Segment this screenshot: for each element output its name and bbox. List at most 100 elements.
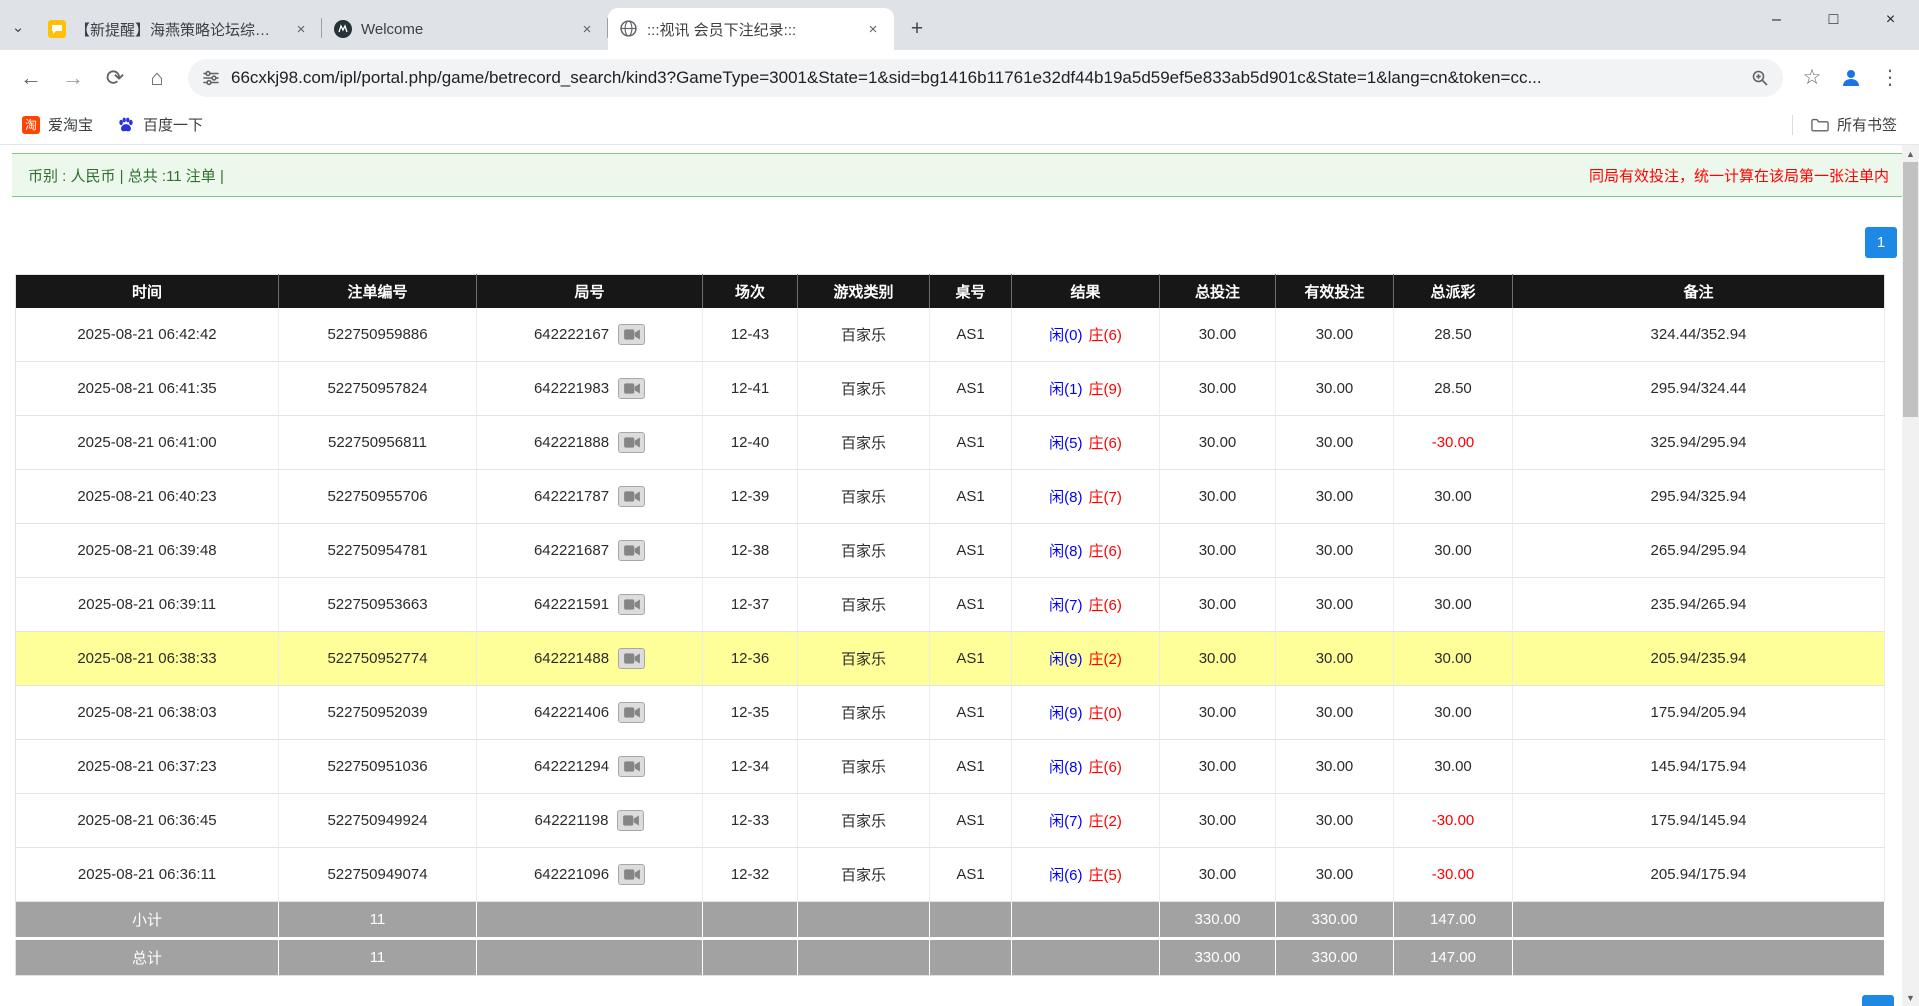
- total-total-bet: 330.00: [1160, 939, 1276, 976]
- scrollbar[interactable]: ▲ ▼: [1902, 145, 1919, 1006]
- tab-forum[interactable]: 【新提醒】海燕策略论坛综合交... ×: [36, 8, 322, 50]
- cell-session: 12-36: [703, 632, 798, 686]
- minimize-button[interactable]: –: [1748, 0, 1805, 40]
- site-settings-tune-icon[interactable]: [202, 69, 220, 87]
- cell-total-bet: 30.00: [1160, 416, 1276, 470]
- new-tab-button[interactable]: +: [902, 14, 932, 44]
- scroll-down-icon[interactable]: ▼: [1902, 989, 1919, 1006]
- zoom-icon[interactable]: [1751, 69, 1769, 87]
- cell-note: 145.94/175.94: [1513, 740, 1885, 794]
- cell-time: 2025-08-21 06:39:11: [16, 578, 279, 632]
- video-replay-icon[interactable]: [618, 486, 645, 507]
- video-replay-icon[interactable]: [618, 648, 645, 669]
- round-number: 642221687: [534, 542, 609, 559]
- page-content: 币别 : 人民币 | 总共 :11 注单 | 同局有效投注，统一计算在该局第一张…: [0, 145, 1919, 1006]
- video-replay-icon[interactable]: [618, 378, 645, 399]
- table-row[interactable]: 2025-08-21 06:39:48 522750954781 6422216…: [16, 524, 1885, 578]
- cell-payout: 30.00: [1394, 632, 1513, 686]
- tab-close-icon[interactable]: ×: [576, 18, 598, 40]
- table-row[interactable]: 2025-08-21 06:41:00 522750956811 6422218…: [16, 416, 1885, 470]
- video-replay-icon[interactable]: [618, 432, 645, 453]
- cell-game-type: 百家乐: [798, 578, 930, 632]
- back-icon[interactable]: ←: [12, 59, 50, 97]
- cell-total-bet: 30.00: [1160, 470, 1276, 524]
- cell-bet-id: 522750952774: [279, 632, 477, 686]
- cell-round: 642221198: [477, 794, 703, 848]
- cell-payout: 28.50: [1394, 362, 1513, 416]
- bookmark-taobao[interactable]: 淘 爱淘宝: [14, 110, 101, 139]
- table-row[interactable]: 2025-08-21 06:39:11 522750953663 6422215…: [16, 578, 1885, 632]
- cell-result: 闲(8)庄(6): [1012, 524, 1160, 578]
- close-button[interactable]: ×: [1862, 0, 1919, 40]
- cell-result: 闲(7)庄(6): [1012, 578, 1160, 632]
- cell-total-bet: 30.00: [1160, 362, 1276, 416]
- baidu-paw-icon: [117, 116, 135, 134]
- cell-bet-id: 522750956811: [279, 416, 477, 470]
- tab-bet-records[interactable]: :::视讯 会员下注纪录::: ×: [608, 8, 894, 50]
- tab-welcome[interactable]: Welcome ×: [322, 8, 608, 50]
- col-valid-bet: 有效投注: [1276, 275, 1394, 308]
- table-row[interactable]: 2025-08-21 06:36:11 522750949074 6422210…: [16, 848, 1885, 902]
- currency-summary-text: 币别 : 人民币 | 总共 :11 注单 |: [28, 165, 224, 186]
- cell-time: 2025-08-21 06:39:48: [16, 524, 279, 578]
- all-bookmarks-label: 所有书签: [1837, 114, 1897, 135]
- cell-result: 闲(7)庄(2): [1012, 794, 1160, 848]
- video-replay-icon[interactable]: [617, 810, 644, 831]
- cell-round: 642221983: [477, 362, 703, 416]
- table-row[interactable]: 2025-08-21 06:38:33 522750952774 6422214…: [16, 632, 1885, 686]
- table-row[interactable]: 2025-08-21 06:41:35 522750957824 6422219…: [16, 362, 1885, 416]
- table-row[interactable]: 2025-08-21 06:42:42 522750959886 6422221…: [16, 308, 1885, 362]
- scroll-up-icon[interactable]: ▲: [1902, 145, 1919, 162]
- bottom-pagination-fragment[interactable]: [1862, 995, 1894, 1006]
- maximize-button[interactable]: □: [1805, 0, 1862, 40]
- bookmark-star-icon[interactable]: ☆: [1795, 61, 1829, 95]
- cell-result: 闲(0)庄(6): [1012, 308, 1160, 362]
- result-banker: 庄(0): [1089, 705, 1122, 722]
- video-replay-icon[interactable]: [618, 540, 645, 561]
- tab-title: Welcome: [361, 21, 567, 38]
- video-replay-icon[interactable]: [618, 864, 645, 885]
- table-row[interactable]: 2025-08-21 06:36:45 522750949924 6422211…: [16, 794, 1885, 848]
- bookmarks-bar: 淘 爱淘宝 百度一下 所有书签: [0, 105, 1919, 145]
- cell-result: 闲(6)庄(5): [1012, 848, 1160, 902]
- table-footer: 小计 11 330.00 330.00 147.00 总计 11: [16, 902, 1885, 976]
- tab-close-icon[interactable]: ×: [862, 18, 884, 40]
- forward-icon[interactable]: →: [54, 59, 92, 97]
- page-1-button[interactable]: 1: [1865, 227, 1897, 258]
- table-row[interactable]: 2025-08-21 06:37:23 522750951036 6422212…: [16, 740, 1885, 794]
- all-bookmarks-button[interactable]: 所有书签: [1803, 110, 1905, 139]
- video-replay-icon[interactable]: [618, 594, 645, 615]
- result-banker: 庄(6): [1089, 759, 1122, 776]
- table-row[interactable]: 2025-08-21 06:38:03 522750952039 6422214…: [16, 686, 1885, 740]
- home-icon[interactable]: ⌂: [138, 59, 176, 97]
- folder-icon: [1811, 116, 1829, 134]
- cell-round: 642221687: [477, 524, 703, 578]
- video-replay-icon[interactable]: [618, 756, 645, 777]
- col-table: 桌号: [930, 275, 1012, 308]
- cell-result: 闲(9)庄(0): [1012, 686, 1160, 740]
- cell-total-bet: 30.00: [1160, 524, 1276, 578]
- cell-table: AS1: [930, 794, 1012, 848]
- cell-time: 2025-08-21 06:42:42: [16, 308, 279, 362]
- subtotal-total-bet: 330.00: [1160, 902, 1276, 939]
- video-replay-icon[interactable]: [618, 702, 645, 723]
- result-player: 闲(9): [1049, 651, 1082, 668]
- table-row[interactable]: 2025-08-21 06:40:23 522750955706 6422217…: [16, 470, 1885, 524]
- video-replay-icon[interactable]: [618, 324, 645, 345]
- refresh-icon[interactable]: ⟳: [96, 59, 134, 97]
- address-bar[interactable]: 66cxkj98.com/ipl/portal.php/game/betreco…: [188, 59, 1783, 97]
- tab-search-chevron-icon[interactable]: ⌄: [0, 6, 36, 48]
- round-number: 642221787: [534, 488, 609, 505]
- browser-menu-icon[interactable]: ⋮: [1873, 61, 1907, 95]
- round-number: 642221983: [534, 380, 609, 397]
- profile-avatar-icon[interactable]: [1833, 60, 1869, 96]
- round-number: 642221888: [534, 434, 609, 451]
- bookmark-baidu[interactable]: 百度一下: [109, 110, 211, 139]
- scrollbar-thumb[interactable]: [1903, 162, 1918, 417]
- subtotal-empty: [1513, 902, 1885, 939]
- cell-payout: 28.50: [1394, 308, 1513, 362]
- cell-time: 2025-08-21 06:38:33: [16, 632, 279, 686]
- cell-round: 642221488: [477, 632, 703, 686]
- tab-close-icon[interactable]: ×: [290, 18, 312, 40]
- cell-time: 2025-08-21 06:40:23: [16, 470, 279, 524]
